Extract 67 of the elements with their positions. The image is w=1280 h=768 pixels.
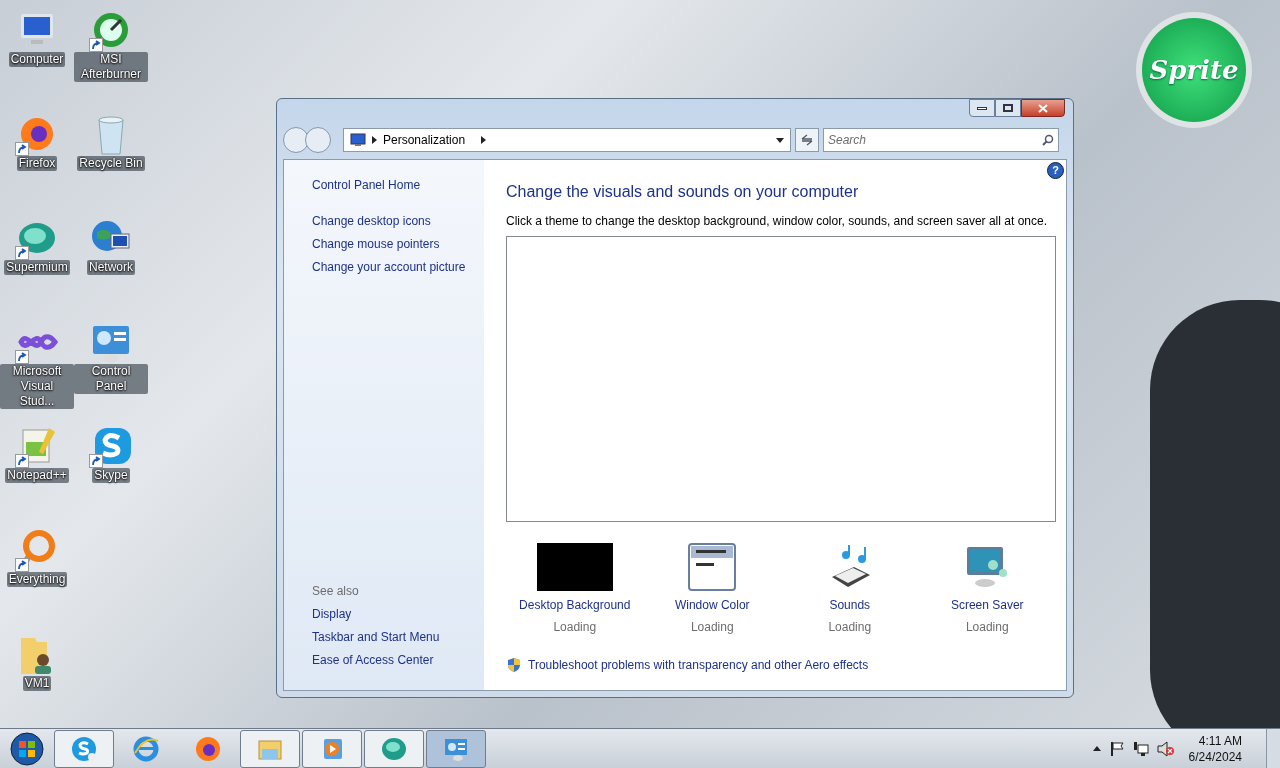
desktop-icon-label[interactable]: Everything — [6, 572, 68, 587]
taskbar-button[interactable] — [54, 729, 114, 768]
desktop-icon-label[interactable]: MSI Afterburner — [74, 52, 148, 82]
clock-time[interactable]: 4:11 AM — [1198, 732, 1242, 749]
search-icon — [1042, 134, 1054, 146]
taskbar-button[interactable] — [426, 729, 486, 768]
sprite-logo: Sprite — [1149, 53, 1239, 87]
desktop-icon-label[interactable]: Recycle Bin — [77, 156, 145, 171]
refresh-button[interactable] — [795, 128, 819, 152]
address-bar[interactable]: Personalization — [343, 128, 791, 152]
sidebar-link[interactable]: Change desktop icons — [312, 210, 484, 233]
minimize-button[interactable] — [969, 99, 995, 117]
setting-link[interactable]: Sounds — [829, 596, 871, 614]
troubleshoot-link[interactable]: Troubleshoot problems with transparency and other Aero effects — [528, 656, 869, 674]
caret-up-icon[interactable] — [1092, 746, 1101, 751]
see-also-heading: See also — [312, 583, 360, 600]
monitor-icon — [350, 133, 366, 147]
sidebar-link[interactable]: Display — [312, 603, 484, 626]
breadcrumb-item[interactable]: Personalization — [383, 131, 466, 149]
sidebar-link[interactable]: Change mouse pointers — [312, 233, 484, 256]
sidebar-link[interactable]: Change your account picture — [312, 256, 484, 279]
status-text: Loading — [965, 619, 1009, 636]
desktop-icon-label[interactable]: Network — [87, 260, 135, 275]
desktop-icon-label[interactable]: Supermium — [4, 260, 70, 275]
skype-icon — [70, 734, 98, 763]
chevron-right-icon — [481, 136, 487, 144]
desktop-icon-label[interactable]: Firefox — [16, 156, 58, 171]
show-desktop-button[interactable] — [1266, 728, 1280, 768]
desktop-icon-label[interactable]: Control Panel — [74, 364, 148, 394]
desktop-icon-label[interactable]: Computer — [8, 52, 66, 67]
taskbar-button[interactable] — [364, 729, 424, 768]
dropdown-arrow-icon[interactable] — [776, 137, 784, 143]
sidebar-link[interactable]: Ease of Access Center — [312, 649, 484, 672]
status-text: Loading — [553, 619, 597, 636]
taskbar-button[interactable] — [302, 729, 362, 768]
taskbar-button[interactable] — [240, 729, 300, 768]
sidebar-link[interactable]: Control Panel Home — [312, 174, 484, 197]
desktop-icon-label[interactable]: Notepad++ — [5, 468, 69, 483]
windows-orb-icon — [10, 731, 44, 766]
description-text: Click a theme to change the desktop background, window color, sounds, and screen saver all at once. — [506, 213, 1048, 230]
forward-button[interactable] — [305, 127, 331, 153]
clock-date[interactable]: 6/24/2024 — [1188, 748, 1242, 765]
network-icon[interactable] — [1132, 740, 1149, 757]
setting-link[interactable]: Window Color — [674, 596, 750, 614]
window-icon — [688, 543, 737, 591]
status-text: Loading — [690, 619, 734, 636]
flag-icon[interactable] — [1108, 740, 1125, 757]
setting-link[interactable]: Screen Saver — [950, 596, 1024, 614]
setting-link[interactable]: Desktop Background — [519, 596, 631, 614]
help-button[interactable]: ? — [1047, 162, 1064, 179]
page-title: Change the visuals and sounds on your computer — [506, 182, 860, 202]
shield-icon — [506, 657, 522, 673]
desktop-icon-label[interactable]: VM1 — [22, 676, 52, 691]
chevron-right-icon — [372, 136, 377, 144]
fox-globe-icon — [194, 734, 222, 763]
refresh-icon — [800, 134, 814, 146]
speaker-muted-icon[interactable] — [1156, 740, 1175, 757]
search-field[interactable]: Search — [823, 128, 1059, 152]
close-icon — [1038, 103, 1048, 113]
back-button[interactable] — [283, 127, 309, 153]
maximize-button[interactable] — [995, 99, 1021, 117]
desktop-icon-label[interactable]: Microsoft Visual Stud... — [0, 364, 74, 409]
sidebar-link[interactable]: Taskbar and Start Menu — [312, 626, 484, 649]
close-button[interactable] — [1021, 99, 1065, 117]
desktop-icon-label[interactable]: Skype — [92, 468, 130, 483]
status-text: Loading — [828, 619, 872, 636]
ie-e-icon — [132, 734, 160, 763]
